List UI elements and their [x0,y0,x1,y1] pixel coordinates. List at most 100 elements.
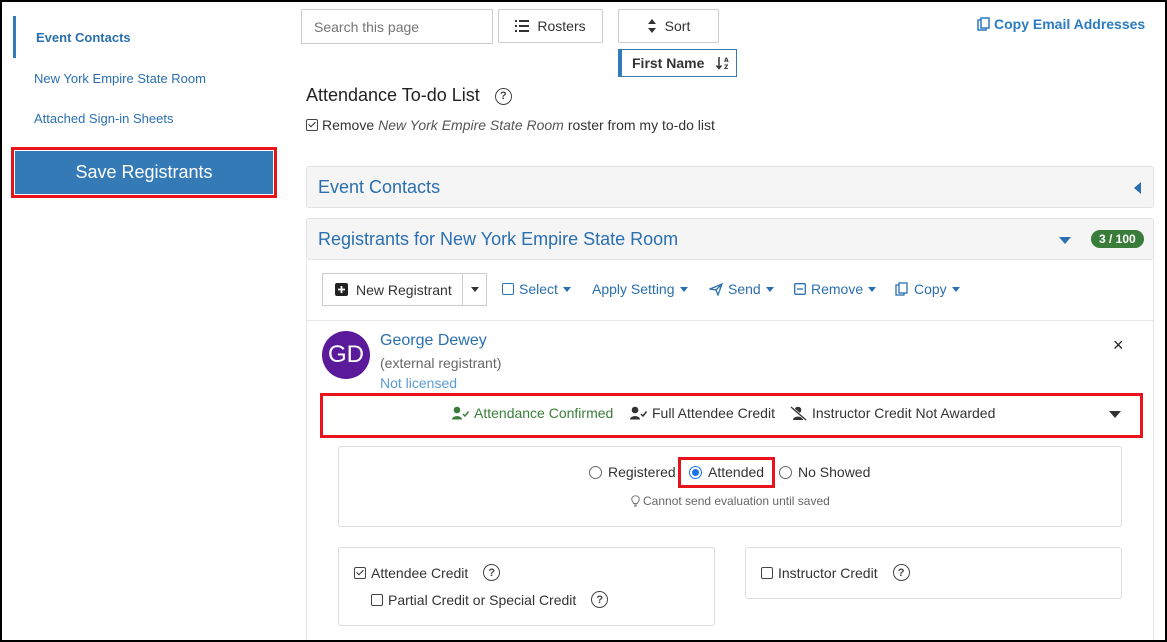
copy-email-label: Copy Email Addresses [994,16,1146,32]
caret-down-icon [470,287,479,292]
copy-icon [895,282,908,296]
close-icon[interactable]: × [1113,335,1124,356]
instructor-credit-option[interactable]: Instructor Credit ? [761,564,910,581]
new-registrant-label: New Registrant [356,281,452,298]
radio-no-showed-label: No Showed [798,464,871,480]
attendee-credit-status: Full Attendee Credit [630,405,775,421]
registrant-type: (external registrant) [380,355,502,371]
rosters-label: Rosters [537,18,586,34]
divider [307,320,1153,321]
remove-label: Remove [811,281,864,297]
radio-button[interactable] [779,465,792,479]
sort-field-label: First Name [632,55,705,71]
svg-text:A: A [724,57,729,64]
instructor-credit-checkbox[interactable] [761,566,773,579]
caret-down-icon [1059,237,1071,244]
apply-setting-dropdown[interactable]: Apply Setting [592,281,688,297]
help-icon[interactable]: ? [483,564,501,581]
caret-down-icon [765,286,774,292]
evaluation-hint: Cannot send evaluation until saved [631,494,830,508]
sort-label: Sort [664,18,691,34]
radio-attended[interactable]: Attended [689,464,764,480]
copy-label: Copy [914,281,947,297]
sort-field-first-name[interactable]: First Name AZ [618,49,737,77]
instructor-credit-status-label: Instructor Credit Not Awarded [812,405,996,421]
registrant-license-status: Not licensed [380,375,458,391]
copy-icon [977,17,990,31]
caret-down-icon [951,286,960,292]
copy-dropdown[interactable]: Copy [895,281,960,297]
registrants-panel-title: Registrants for New York Empire State Ro… [318,229,679,249]
paper-plane-icon [709,282,723,296]
sidebar-item-event-contacts[interactable]: Event Contacts [36,30,131,45]
attendance-todo-heading: Attendance To-do List ? [306,85,512,106]
radio-no-showed[interactable]: No Showed [779,464,870,480]
radio-button[interactable] [589,465,602,479]
sidebar-item-attached-sign-in-sheets[interactable]: Attached Sign-in Sheets [34,111,173,126]
todo-title: Attendance To-do List [306,85,480,105]
radio-registered[interactable]: Registered [589,464,676,480]
caret-down-icon [679,286,688,292]
sort-icon [647,19,656,33]
send-label: Send [728,281,761,297]
help-icon[interactable]: ? [591,591,609,608]
event-contacts-panel-title: Event Contacts [318,177,441,197]
save-registrants-button[interactable]: Save Registrants [15,151,273,194]
remove-from-todo-option[interactable]: Remove New York Empire State Room roster… [306,117,715,133]
user-check-icon [630,406,647,420]
help-icon[interactable]: ? [494,87,512,105]
remove-suffix: roster from my to-do list [567,117,715,133]
attendee-credit-checkbox[interactable] [354,566,366,579]
sort-button[interactable]: Sort [618,9,719,43]
checkbox-icon [502,283,514,295]
sidebar-active-indicator [13,16,16,58]
user-slash-icon [790,405,807,421]
app-frame: Event Contacts New York Empire State Roo… [0,0,1167,642]
rosters-button[interactable]: Rosters [498,9,603,43]
remove-from-todo-checkbox[interactable] [306,119,318,131]
radio-registered-label: Registered [608,464,676,480]
caret-left-icon [1134,182,1141,194]
select-dropdown[interactable]: Select [502,281,571,297]
attendee-credit-label: Attendee Credit [371,564,469,581]
radio-attended-label: Attended [708,464,765,480]
apply-setting-label: Apply Setting [592,281,675,297]
avatar: GD [322,331,370,379]
remove-dropdown[interactable]: Remove [794,281,877,297]
instructor-credit-label: Instructor Credit [778,564,878,581]
registrants-count-badge: 3 / 100 [1091,230,1144,248]
svg-text:Z: Z [724,64,729,70]
attendee-credit-status-label: Full Attendee Credit [652,405,775,421]
new-registrant-dropdown-toggle[interactable] [462,273,487,306]
lightbulb-icon [631,495,640,507]
radio-button-selected[interactable] [689,465,702,479]
instructor-credit-status: Instructor Credit Not Awarded [790,405,995,421]
plus-square-icon [335,283,348,296]
copy-email-addresses-link[interactable]: Copy Email Addresses [977,16,1145,32]
registrants-panel-header[interactable]: Registrants for New York Empire State Ro… [306,218,1154,260]
remove-room-name: New York Empire State Room [378,117,564,133]
search-input[interactable] [301,9,493,44]
attendance-confirmed-status: Attendance Confirmed [452,405,613,421]
sort-alpha-icon: AZ [716,57,729,70]
partial-credit-label: Partial Credit or Special Credit [388,591,577,608]
event-contacts-panel-header[interactable]: Event Contacts [306,166,1154,208]
attendance-status-label: Attendance Confirmed [474,405,614,421]
send-dropdown[interactable]: Send [709,281,774,297]
select-label: Select [519,281,558,297]
partial-credit-option[interactable]: Partial Credit or Special Credit ? [371,591,609,608]
remove-prefix: Remove [322,117,375,133]
user-check-icon [452,406,469,420]
list-icon [515,20,530,32]
caret-down-icon [562,286,571,292]
expand-caret-icon[interactable] [1109,411,1121,418]
registrant-name-link[interactable]: George Dewey [380,332,487,350]
partial-credit-checkbox[interactable] [371,593,383,606]
sidebar-item-new-york-empire-state-room[interactable]: New York Empire State Room [34,71,206,86]
evaluation-hint-text: Cannot send evaluation until saved [643,494,830,508]
help-icon[interactable]: ? [892,564,910,581]
caret-down-icon [868,286,877,292]
new-registrant-button[interactable]: New Registrant [322,273,463,306]
attendee-credit-option[interactable]: Attendee Credit ? [354,564,501,581]
minus-square-icon [794,283,806,295]
